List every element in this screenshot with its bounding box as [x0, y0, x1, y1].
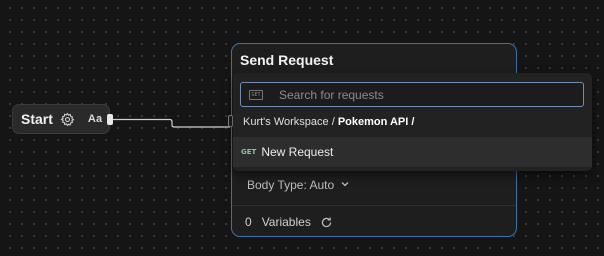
start-output-handle[interactable] — [107, 114, 113, 125]
start-node[interactable]: Start Aa — [12, 104, 110, 134]
variables-row[interactable]: 0 Variables — [245, 215, 333, 229]
start-node-label: Start — [21, 111, 53, 127]
chevron-down-icon — [340, 178, 350, 192]
gear-icon[interactable] — [60, 112, 75, 127]
request-icon: GET — [249, 90, 263, 100]
breadcrumb-collection[interactable]: Pokemon API / — [338, 116, 415, 128]
list-item[interactable]: GET New Request — [233, 137, 592, 167]
body-type-select[interactable]: Body Type: Auto — [247, 178, 350, 192]
breadcrumb-workspace[interactable]: Kurt's Workspace / — [243, 116, 335, 128]
flow-canvas[interactable]: Start Aa Send Request Body Type: Auto 0 … — [0, 0, 604, 256]
refresh-icon[interactable] — [320, 216, 333, 229]
variables-count: 0 — [245, 215, 252, 229]
breadcrumb: Kurt's Workspace / Pokemon API / — [243, 116, 414, 128]
request-name: New Request — [261, 145, 334, 159]
request-search-dropdown: GET Kurt's Workspace / Pokemon API / GET… — [233, 73, 592, 171]
string-type-badge: Aa — [87, 113, 103, 125]
method-badge: GET — [241, 148, 257, 156]
node-title: Send Request — [240, 52, 334, 68]
variables-label: Variables — [261, 215, 311, 229]
search-box[interactable]: GET — [240, 82, 584, 107]
body-type-label: Body Type: Auto — [247, 178, 335, 192]
search-input[interactable] — [279, 86, 574, 104]
divider — [232, 205, 516, 206]
